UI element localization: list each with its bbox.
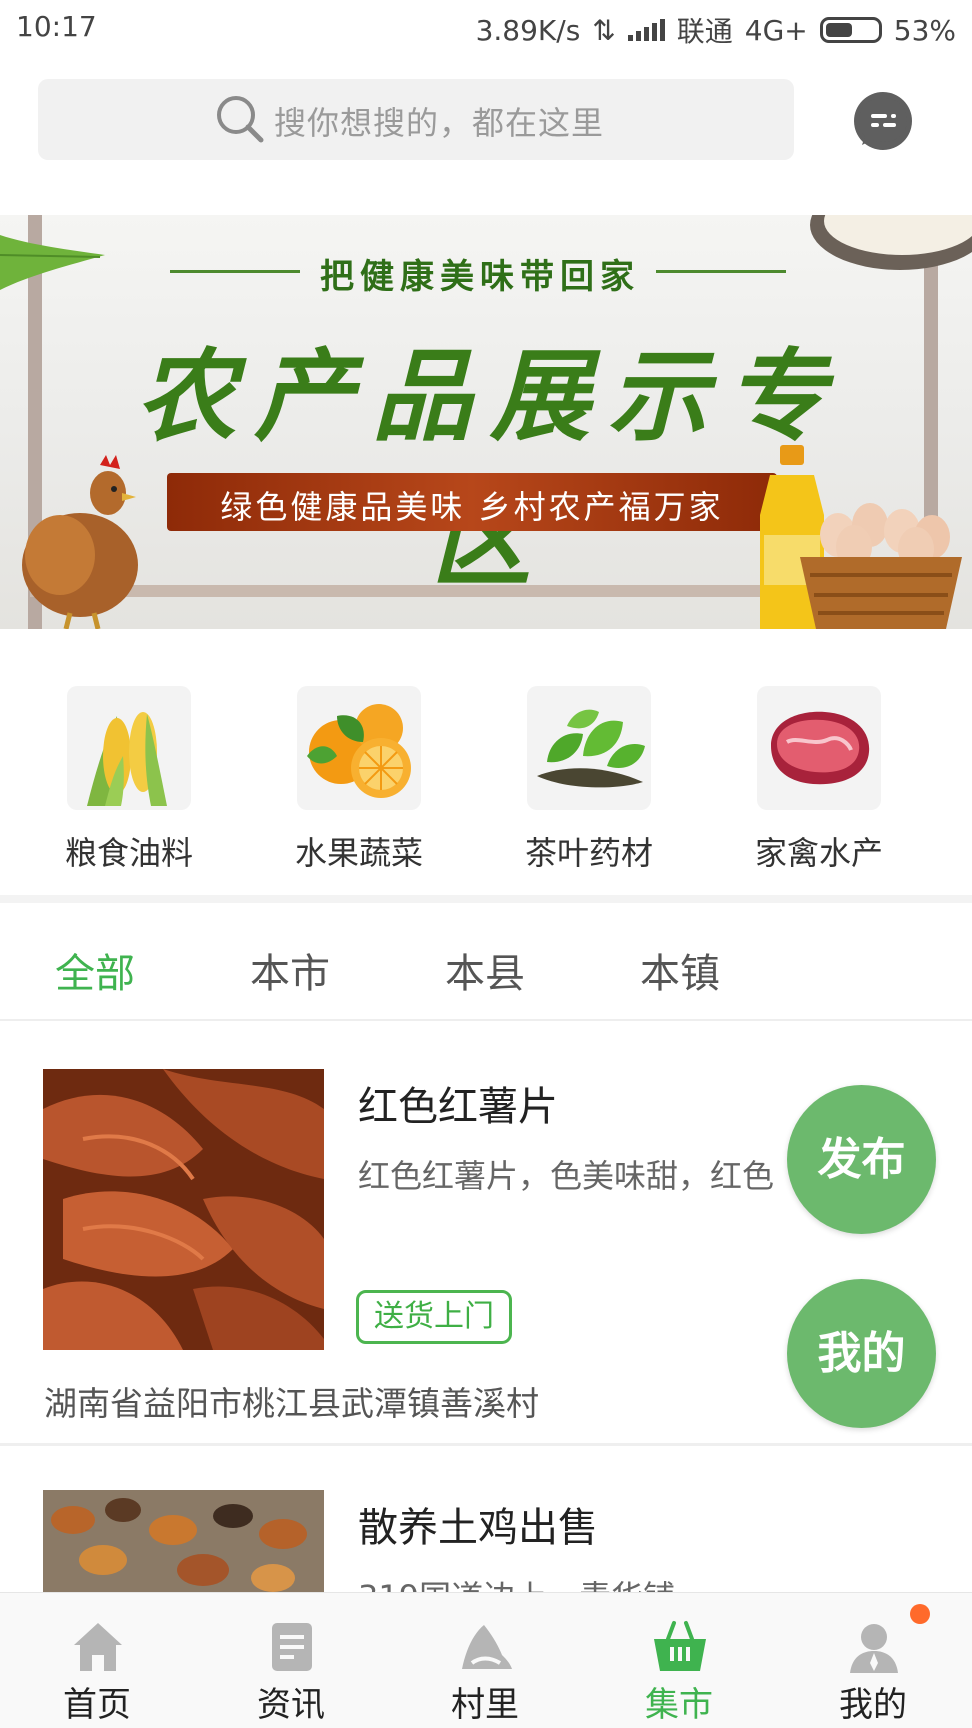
bottom-navigation: 首页 资讯 村里 集市 我的 xyxy=(0,1592,972,1728)
village-icon xyxy=(462,1625,512,1669)
rooster-icon xyxy=(22,455,138,629)
category-tea-herb[interactable]: 茶叶药材 xyxy=(489,680,689,874)
product-thumbnail xyxy=(43,1490,324,1592)
nav-market[interactable]: 集市 xyxy=(582,1593,776,1728)
network-speed: 3.89K/s xyxy=(475,13,581,47)
list-item[interactable]: 散养土鸡出售 319国道边上，青华铺 xyxy=(0,1490,972,1592)
tagline-rule xyxy=(656,270,786,273)
profile-icon xyxy=(850,1624,898,1673)
rice-bowl-icon xyxy=(810,215,972,270)
product-title: 红色红薯片 xyxy=(358,1084,558,1130)
promo-banner[interactable]: 把健康美味带回家 农产品展示专区 绿色健康品美味 乡村农产福万家 xyxy=(0,215,972,629)
tea-leaf-icon xyxy=(527,686,651,810)
product-title: 散养土鸡出售 xyxy=(358,1505,598,1551)
signal-icon xyxy=(627,19,665,41)
egg-basket-icon xyxy=(800,503,962,629)
data-transfer-icon: ⇅ xyxy=(592,13,616,47)
nav-village[interactable]: 村里 xyxy=(388,1593,582,1728)
status-indicators: 3.89K/s ⇅ 联通 4G+ 53% xyxy=(476,10,956,50)
nav-home[interactable]: 首页 xyxy=(0,1593,194,1728)
my-posts-button[interactable]: 我的 xyxy=(787,1279,936,1428)
search-placeholder: 搜你想搜的，都在这里 xyxy=(274,104,605,142)
chat-bubble-icon xyxy=(859,98,907,145)
product-address: 湖南省益阳市桃江县武潭镇善溪村 xyxy=(44,1384,539,1423)
orange-icon xyxy=(297,686,421,810)
meat-icon xyxy=(757,686,881,810)
market-basket-icon xyxy=(654,1621,706,1671)
corn-icon xyxy=(67,686,191,810)
tab-city[interactable]: 本市 xyxy=(250,941,330,999)
list-divider xyxy=(0,1443,972,1446)
message-button[interactable] xyxy=(854,92,912,150)
nav-news[interactable]: 资讯 xyxy=(194,1593,388,1728)
palm-leaf-icon xyxy=(0,235,105,290)
battery-percent: 53% xyxy=(893,13,956,47)
publish-button[interactable]: 发布 xyxy=(787,1085,936,1234)
nav-label: 村里 xyxy=(451,1685,519,1725)
product-thumbnail xyxy=(43,1069,324,1350)
category-label: 茶叶药材 xyxy=(524,834,653,872)
category-grid: 粮食油料 水果蔬菜 茶叶药材 家禽水产 xyxy=(0,680,972,880)
nav-label: 我的 xyxy=(839,1685,907,1725)
status-time: 10:17 xyxy=(16,10,97,43)
nav-label: 集市 xyxy=(645,1685,713,1725)
home-icon xyxy=(74,1623,122,1671)
category-label: 水果蔬菜 xyxy=(294,834,423,872)
category-grain-oil[interactable]: 粮食油料 xyxy=(29,680,229,874)
category-poultry-aquatic[interactable]: 家禽水产 xyxy=(719,680,919,874)
carrier-name: 联通 xyxy=(676,15,733,48)
news-icon xyxy=(272,1623,312,1671)
notification-badge xyxy=(910,1604,930,1624)
section-divider xyxy=(0,895,972,903)
category-fruit-veg[interactable]: 水果蔬菜 xyxy=(259,680,459,874)
region-tabs: 全部 本市 本县 本镇 xyxy=(0,903,972,1021)
search-input[interactable]: 搜你想搜的，都在这里 xyxy=(38,79,794,160)
battery-icon xyxy=(819,17,882,43)
product-description: 红色红薯片，色美味甜，红色 xyxy=(358,1157,775,1195)
search-icon xyxy=(217,96,264,143)
network-type: 4G+ xyxy=(744,13,808,47)
category-label: 粮食油料 xyxy=(64,834,193,872)
delivery-tag: 送货上门 xyxy=(356,1290,512,1344)
banner-ribbon-text: 绿色健康品美味 乡村农产福万家 xyxy=(220,488,724,526)
tagline-rule xyxy=(170,270,300,273)
status-bar: 10:17 3.89K/s ⇅ 联通 4G+ 53% xyxy=(0,0,972,56)
tab-town[interactable]: 本镇 xyxy=(640,941,720,999)
nav-label: 首页 xyxy=(63,1685,131,1725)
category-label: 家禽水产 xyxy=(754,834,883,872)
tab-all[interactable]: 全部 xyxy=(55,941,135,999)
banner-tagline: 把健康美味带回家 xyxy=(320,257,640,297)
nav-profile[interactable]: 我的 xyxy=(776,1593,970,1728)
nav-label: 资讯 xyxy=(257,1685,325,1725)
banner-ribbon: 绿色健康品美味 乡村农产福万家 xyxy=(167,473,777,531)
product-description: 319国道边上，青华铺 xyxy=(358,1572,798,1592)
tab-county[interactable]: 本县 xyxy=(445,941,525,999)
